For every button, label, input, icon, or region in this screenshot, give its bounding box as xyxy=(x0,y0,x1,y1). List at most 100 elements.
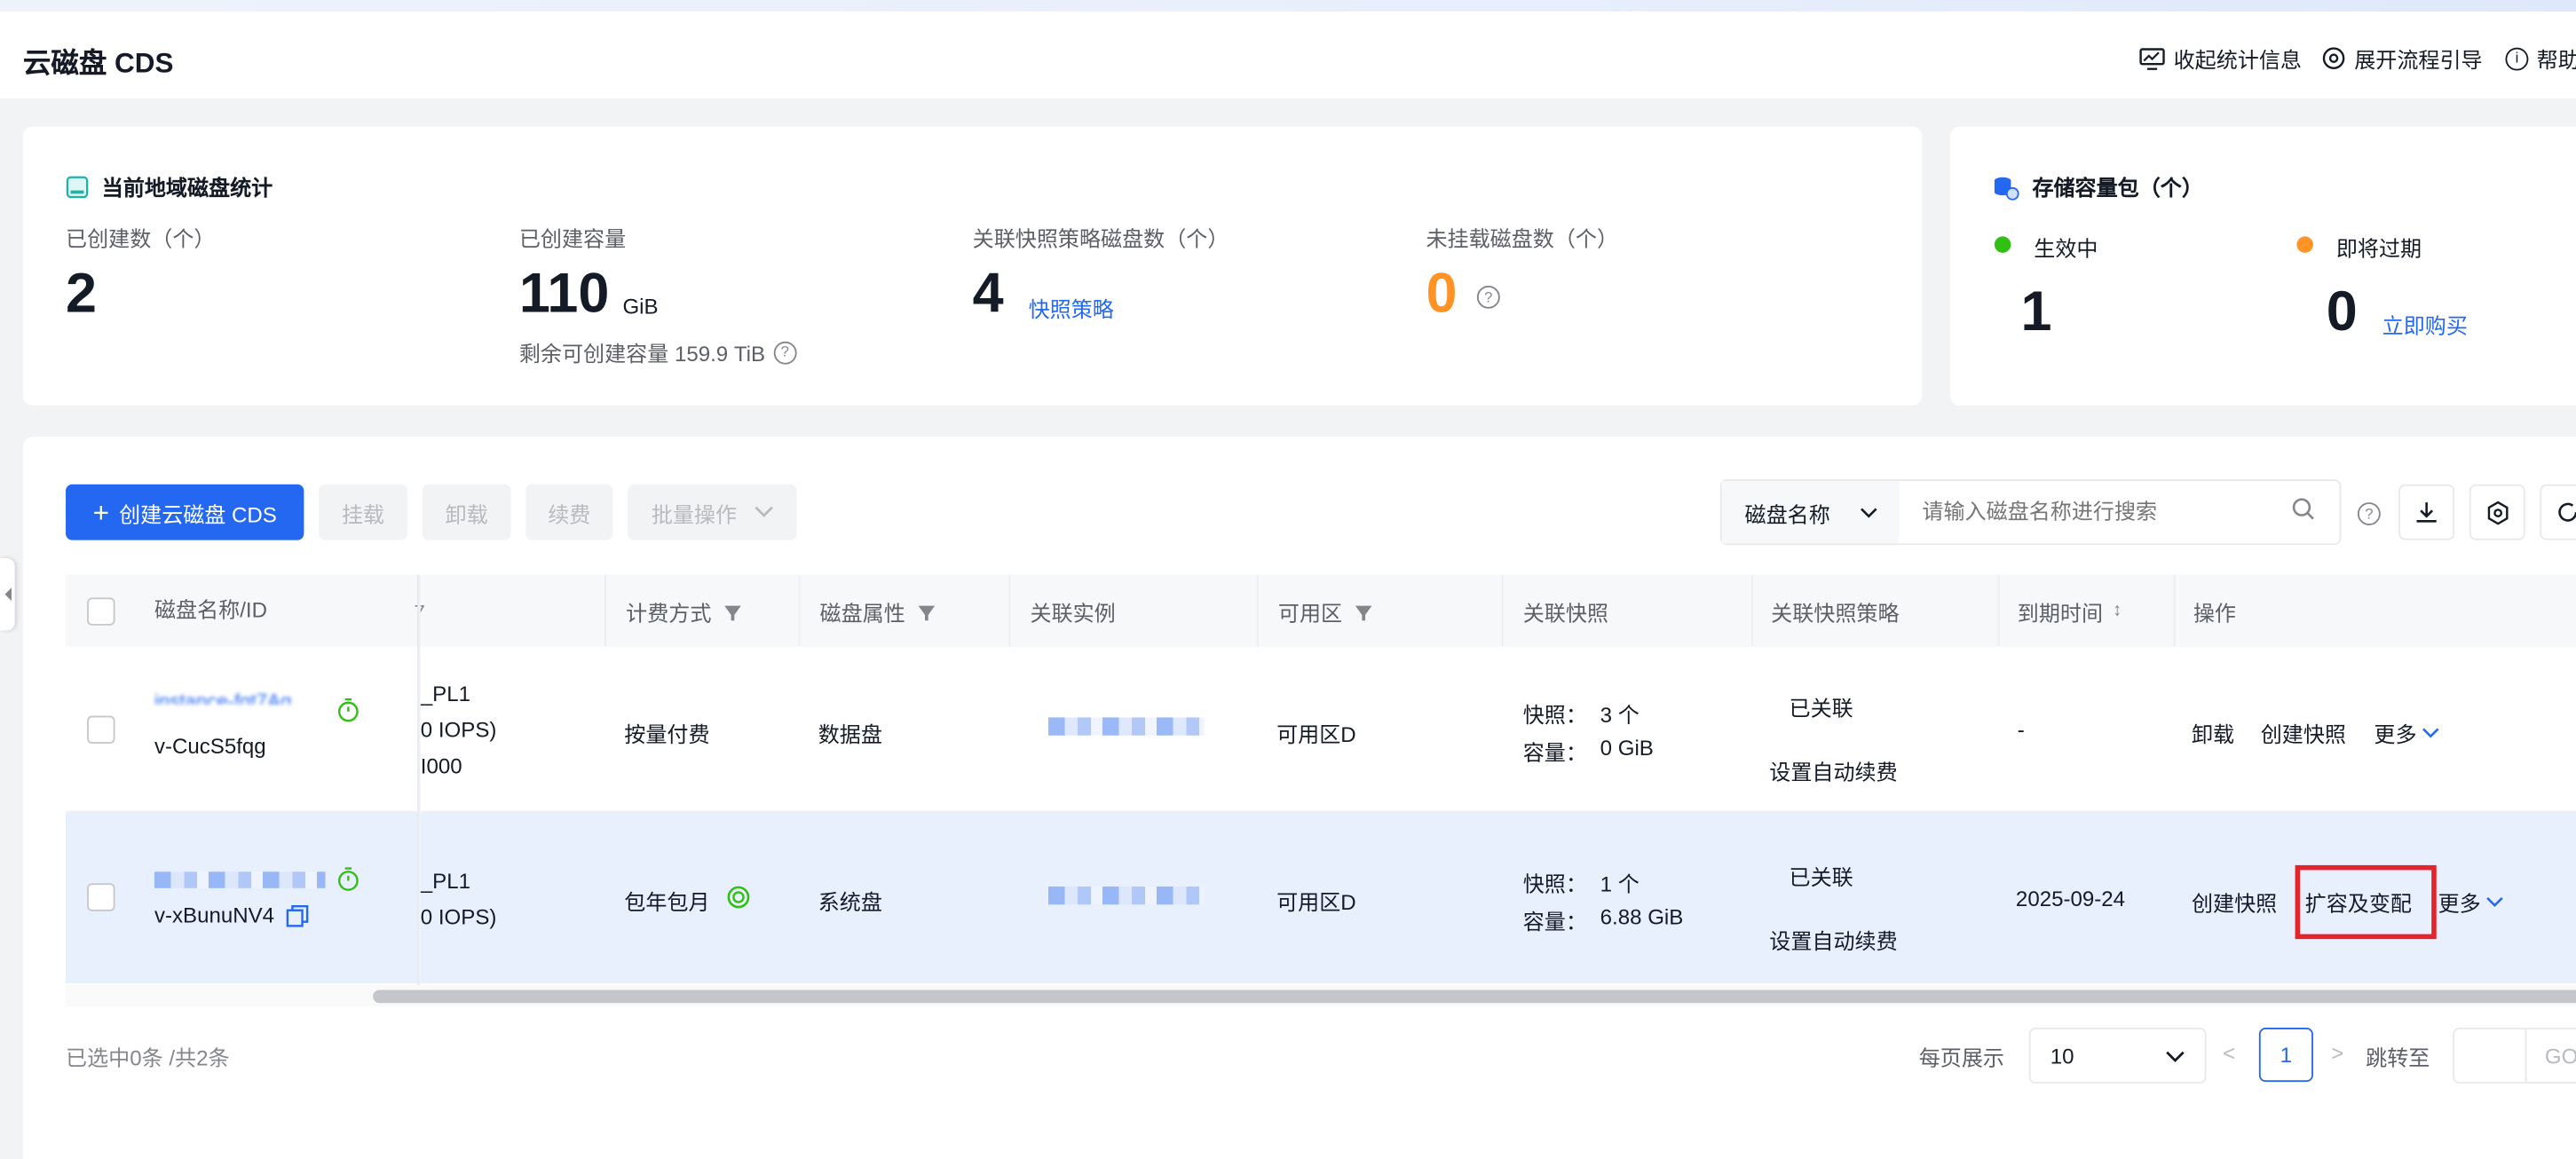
remaining-capacity: 剩余可创建容量 159.9 TiB ? xyxy=(519,336,797,367)
disk-type-line3: I000 xyxy=(420,753,462,778)
zone: 可用区D xyxy=(1276,721,1356,747)
capacity-label: 容量： xyxy=(1522,740,1587,766)
snapshot-policy-count: 4 xyxy=(972,262,1004,326)
page-number-current[interactable]: 1 xyxy=(2258,1028,2313,1083)
snapshot-label: 快照： xyxy=(1522,702,1587,728)
create-cds-button[interactable]: + 创建云磁盘 CDS xyxy=(66,484,304,540)
active-count: 1 xyxy=(2020,280,2052,343)
search-input[interactable] xyxy=(1922,487,2276,534)
snapshot-count-link[interactable]: 1 个 xyxy=(1600,867,1640,898)
chevron-down-icon xyxy=(2166,1050,2185,1061)
batch-operation-dropdown[interactable]: 批量操作 xyxy=(628,484,797,540)
settings-icon xyxy=(2322,47,2345,69)
auto-renew-link[interactable]: 设置自动续费 xyxy=(1769,924,1897,955)
timer-icon xyxy=(337,698,359,722)
question-icon[interactable]: ? xyxy=(2357,502,2381,525)
select-all-checkbox[interactable] xyxy=(87,597,115,626)
column-header-snapshot: 关联快照 xyxy=(1501,574,1750,647)
help-button[interactable]: i 帮助 xyxy=(2505,43,2576,74)
resize-config-link[interactable]: 扩容及变配 xyxy=(2305,887,2412,918)
per-page-select[interactable]: 10 xyxy=(2028,1028,2207,1084)
unmount-button[interactable]: 卸载 xyxy=(422,484,511,540)
capacity-value: 6.88 GiB xyxy=(1600,904,1684,930)
filter-icon[interactable] xyxy=(724,604,741,620)
copy-icon[interactable] xyxy=(286,904,309,927)
expand-guide-label: 展开流程引导 xyxy=(2354,47,2483,73)
active-dot xyxy=(1994,236,2011,253)
column-header-name: 磁盘名称/ID xyxy=(154,597,267,623)
question-icon[interactable]: ? xyxy=(1476,285,1500,309)
database-icon xyxy=(1994,176,2019,200)
disk-name-link-redacted[interactable] xyxy=(154,871,326,888)
search-icon[interactable] xyxy=(2292,498,2315,521)
fixed-column-divider xyxy=(417,574,421,985)
snapshot-policy-link[interactable]: 快照策略 xyxy=(1029,292,1114,323)
snapshot-policy-label: 关联快照策略磁盘数（个） xyxy=(972,226,1229,252)
renew-button[interactable]: 续费 xyxy=(525,484,613,540)
filter-icon[interactable] xyxy=(1355,604,1372,620)
horizontal-scrollbar[interactable] xyxy=(373,989,2576,1004)
prev-page-button[interactable]: < xyxy=(2223,1041,2235,1066)
row-checkbox[interactable] xyxy=(87,715,115,745)
expand-guide-button[interactable]: 展开流程引导 xyxy=(2321,43,2483,74)
chevron-down-icon xyxy=(2422,728,2439,738)
next-page-button[interactable]: > xyxy=(2331,1041,2343,1066)
column-header-ops: 操作 xyxy=(2173,574,2576,647)
unmounted-label: 未挂载磁盘数（个） xyxy=(1426,226,1619,252)
created-capacity-unit: GiB xyxy=(622,294,659,319)
jump-to-label: 跳转至 xyxy=(2366,1045,2430,1071)
created-capacity-value: 110 xyxy=(518,262,610,326)
more-dropdown[interactable]: 更多 xyxy=(2438,887,2504,918)
more-dropdown[interactable]: 更多 xyxy=(2374,717,2439,748)
disk-attribute: 数据盘 xyxy=(818,721,882,747)
gear-icon xyxy=(2486,500,2508,524)
expiring-label: 即将过期 xyxy=(2335,236,2422,262)
timer-icon xyxy=(337,867,359,891)
go-button[interactable]: GO xyxy=(2526,1028,2576,1084)
sort-icon[interactable]: ↕ xyxy=(2113,601,2122,620)
disk-stats-title: 当前地域磁盘统计 xyxy=(66,170,273,201)
page-title: 云磁盘 CDS xyxy=(22,47,174,79)
info-icon: i xyxy=(2505,46,2529,70)
collapse-stats-button[interactable]: 收起统计信息 xyxy=(2139,43,2302,74)
capacity-value: 0 GiB xyxy=(1600,735,1654,761)
auto-renew-link[interactable]: 设置自动续费 xyxy=(1769,755,1897,786)
created-capacity-label: 已创建容量 xyxy=(518,226,627,252)
snapshot-label: 快照： xyxy=(1522,871,1587,897)
create-snapshot-link[interactable]: 创建快照 xyxy=(2261,717,2346,748)
per-page-label: 每页展示 xyxy=(1918,1045,2005,1071)
disk-type-line2: 0 IOPS) xyxy=(420,717,497,743)
mount-button[interactable]: 挂载 xyxy=(319,484,407,540)
instance-link-redacted[interactable] xyxy=(1047,886,1205,905)
column-header-attribute: 磁盘属性 xyxy=(798,574,1007,647)
policy-status: 已关联 xyxy=(1789,696,1853,721)
column-settings-button[interactable] xyxy=(2469,484,2525,540)
billing-type: 按量付费 xyxy=(624,721,710,747)
sidebar-toggle[interactable] xyxy=(0,557,15,631)
disk-type-line1: _PL1 xyxy=(420,868,471,894)
active-label: 生效中 xyxy=(2034,236,2098,262)
billing-type: 包年包月 xyxy=(624,889,710,915)
buy-now-link[interactable]: 立即购买 xyxy=(2382,309,2468,340)
disk-type-line1: _PL1 xyxy=(420,681,471,706)
instance-link-redacted[interactable] xyxy=(1047,717,1205,736)
row-checkbox[interactable] xyxy=(87,883,115,911)
refresh-button[interactable] xyxy=(2540,484,2576,540)
unmount-link[interactable]: 卸载 xyxy=(2192,717,2234,748)
selection-summary: 已选中0条 /共2条 xyxy=(66,1045,230,1071)
filter-icon[interactable] xyxy=(918,604,936,620)
expire-time: - xyxy=(2017,717,2025,743)
chevron-left-icon xyxy=(4,587,12,602)
created-count-value: 2 xyxy=(66,262,98,326)
download-button[interactable] xyxy=(2398,484,2455,540)
auto-renew-icon xyxy=(727,886,750,909)
search-field-select[interactable]: 磁盘名称 xyxy=(1721,481,1900,544)
column-header-policy: 关联快照策略 xyxy=(1750,574,1996,647)
disk-attribute: 系统盘 xyxy=(818,889,882,915)
create-snapshot-link[interactable]: 创建快照 xyxy=(2192,887,2277,918)
disk-name-link[interactable]: instance-fgt7Ag... xyxy=(154,684,328,705)
storage-pack-title: 存储容量包（个） xyxy=(1993,170,2203,201)
question-icon[interactable]: ? xyxy=(773,340,797,364)
snapshot-count-link[interactable]: 3 个 xyxy=(1600,698,1640,729)
jump-page-input[interactable] xyxy=(2453,1028,2527,1084)
